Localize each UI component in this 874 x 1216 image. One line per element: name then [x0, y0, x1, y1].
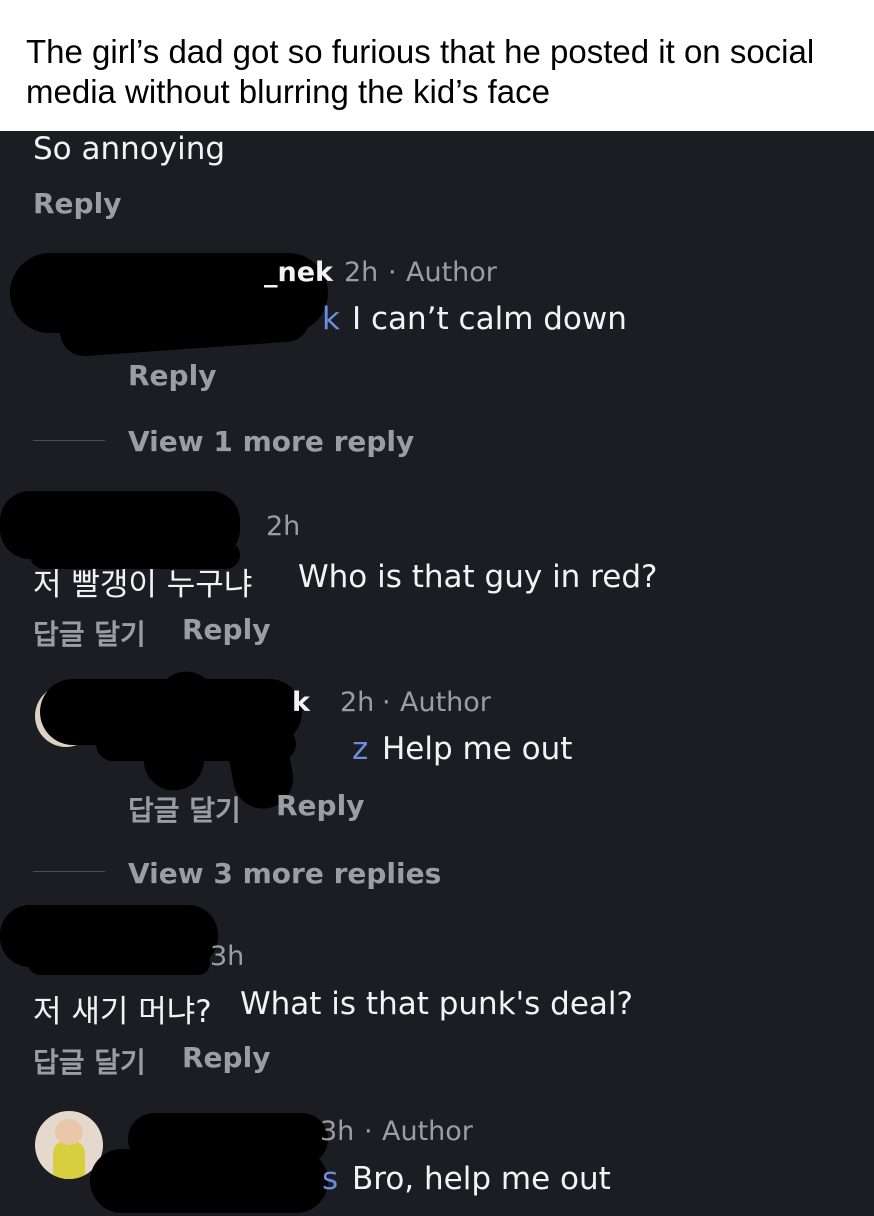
- comment-body-korean: 저 새기 머냐?: [33, 994, 212, 1030]
- timestamp: 2h: [344, 257, 379, 288]
- korean-reply-button[interactable]: 답글 달기: [128, 789, 241, 829]
- caption-banner: The girl’s dad got so furious that he po…: [0, 0, 874, 131]
- thread-line: [33, 871, 105, 872]
- comment-thread: So annoying Reply _nek 2h · Author k I c…: [0, 131, 874, 1216]
- mention-fragment[interactable]: s: [322, 1161, 338, 1197]
- thread-line: [33, 440, 105, 441]
- comment-body: So annoying: [33, 131, 226, 167]
- caption-text: The girl’s dad got so furious that he po…: [26, 33, 815, 110]
- reply-button[interactable]: Reply: [182, 1041, 270, 1074]
- comment-body: Help me out: [382, 731, 573, 767]
- comment-body: I can’t calm down: [352, 301, 627, 337]
- comment-body-korean: 저 빨갱이 누구냐: [33, 567, 253, 603]
- meta-separator: ·: [388, 257, 397, 288]
- reply-button[interactable]: Reply: [33, 187, 121, 220]
- redaction-mark: [90, 1149, 328, 1213]
- redaction-mark: [28, 951, 210, 975]
- author-badge: Author: [400, 687, 491, 718]
- view-more-replies-button[interactable]: View 1 more reply: [128, 425, 414, 458]
- mention-fragment[interactable]: z: [352, 731, 368, 767]
- author-badge: Author: [382, 1116, 473, 1147]
- timestamp: 2h: [340, 687, 375, 718]
- username[interactable]: _nek: [264, 257, 333, 288]
- author-badge: Author: [406, 257, 497, 288]
- reply-button[interactable]: Reply: [182, 613, 270, 646]
- username[interactable]: k: [292, 687, 310, 718]
- reply-button[interactable]: Reply: [128, 359, 216, 392]
- mention-fragment[interactable]: k: [322, 301, 340, 337]
- korean-reply-button[interactable]: 답글 달기: [33, 613, 146, 653]
- meta-separator: ·: [364, 1116, 373, 1147]
- comment-body: Bro, help me out: [352, 1161, 611, 1197]
- timestamp: 3h: [320, 1116, 355, 1147]
- timestamp: 2h: [266, 511, 301, 542]
- comment-body: What is that punk's deal?: [240, 986, 633, 1022]
- meta-separator: ·: [382, 687, 391, 718]
- comment-body: Who is that guy in red?: [298, 559, 658, 595]
- view-more-replies-button[interactable]: View 3 more replies: [128, 857, 441, 890]
- korean-reply-button[interactable]: 답글 달기: [33, 1041, 146, 1081]
- timestamp: 3h: [210, 941, 245, 972]
- reply-button[interactable]: Reply: [276, 789, 364, 822]
